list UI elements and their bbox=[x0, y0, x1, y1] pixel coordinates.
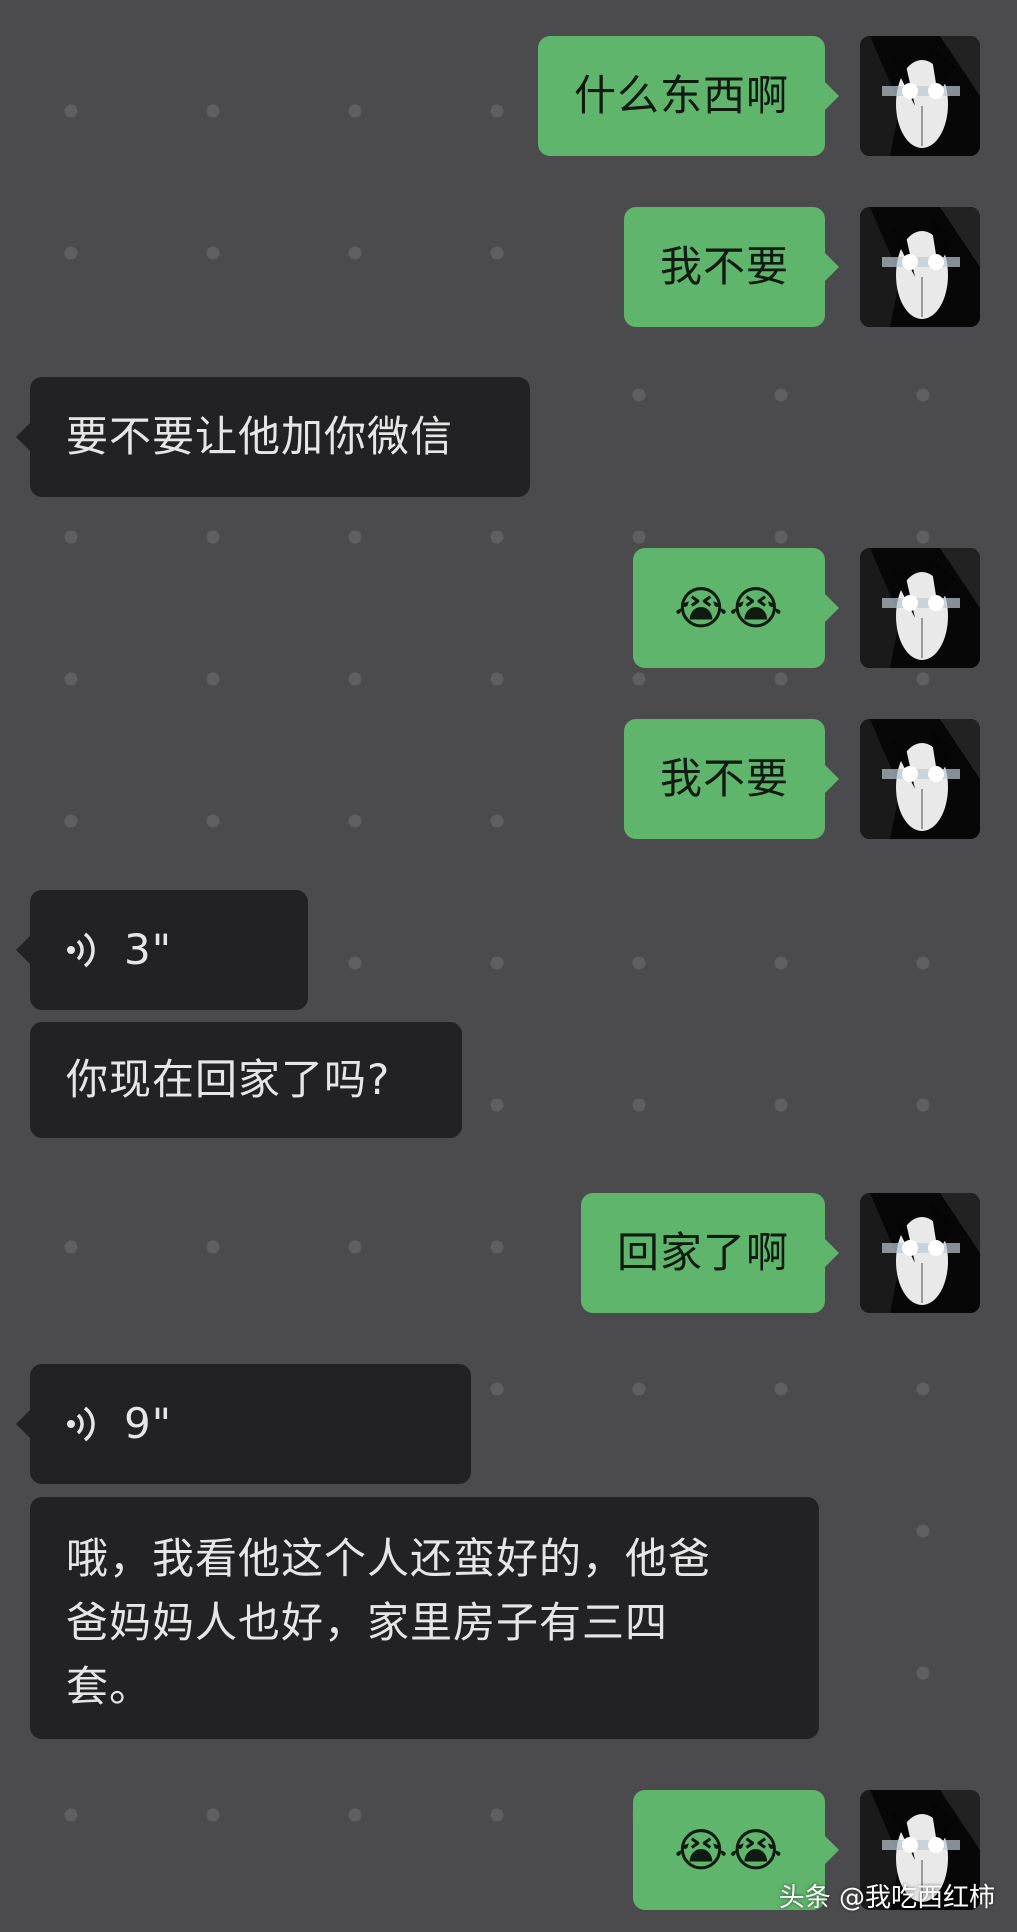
message-text: 我不要 bbox=[659, 242, 789, 291]
message-text: 要不要让他加你微信 bbox=[66, 412, 454, 461]
sent-message-bubble[interactable]: 我不要 bbox=[623, 719, 840, 839]
avatar-image bbox=[860, 36, 980, 156]
avatar[interactable] bbox=[860, 548, 980, 668]
watermark: 头条 @我吃西红柿 bbox=[778, 1883, 995, 1913]
avatar[interactable] bbox=[860, 719, 980, 839]
emoji-text: 😭😭 bbox=[674, 1823, 784, 1877]
voice-duration: 3" bbox=[124, 925, 173, 974]
message-text: 我不要 bbox=[659, 754, 789, 803]
emoji-text: 😭😭 bbox=[674, 581, 784, 635]
message-text: 回家了啊 bbox=[616, 1228, 789, 1277]
chat-history: 什么东西啊 我不要 要不要让他加你微信 😭😭 我不要 3" 你现在回家了吗? 回… bbox=[0, 0, 1017, 1932]
received-message-bubble[interactable]: 你现在回家了吗? bbox=[30, 1022, 462, 1138]
voice-wave-icon bbox=[66, 930, 106, 970]
sent-message-bubble[interactable]: 回家了啊 bbox=[580, 1193, 840, 1313]
sent-message-bubble[interactable]: 什么东西啊 bbox=[537, 36, 840, 156]
received-message-bubble[interactable]: 要不要让他加你微信 bbox=[16, 377, 530, 497]
message-line: 哦，我看他这个人还蛮好的，他爸 bbox=[66, 1534, 712, 1583]
avatar[interactable] bbox=[860, 1193, 980, 1313]
avatar-image bbox=[860, 207, 980, 327]
message-line: 套。 bbox=[66, 1662, 153, 1711]
sent-message-bubble[interactable]: 😭😭 bbox=[633, 548, 839, 668]
voice-message-bubble[interactable]: 3" bbox=[16, 890, 308, 1010]
avatar-image bbox=[860, 719, 980, 839]
voice-duration: 9" bbox=[124, 1399, 173, 1448]
avatar-image bbox=[860, 548, 980, 668]
received-message-bubble[interactable]: 哦，我看他这个人还蛮好的，他爸 爸妈妈人也好，家里房子有三四 套。 bbox=[30, 1497, 819, 1739]
message-text: 你现在回家了吗? bbox=[66, 1055, 391, 1104]
avatar-image bbox=[860, 1193, 980, 1313]
sent-message-bubble[interactable]: 我不要 bbox=[623, 207, 840, 327]
avatar[interactable] bbox=[860, 207, 980, 327]
avatar[interactable] bbox=[860, 36, 980, 156]
message-line: 爸妈妈人也好，家里房子有三四 bbox=[66, 1598, 669, 1647]
voice-message-bubble[interactable]: 9" bbox=[16, 1364, 471, 1484]
message-text: 什么东西啊 bbox=[573, 71, 789, 120]
voice-wave-icon bbox=[66, 1404, 106, 1444]
